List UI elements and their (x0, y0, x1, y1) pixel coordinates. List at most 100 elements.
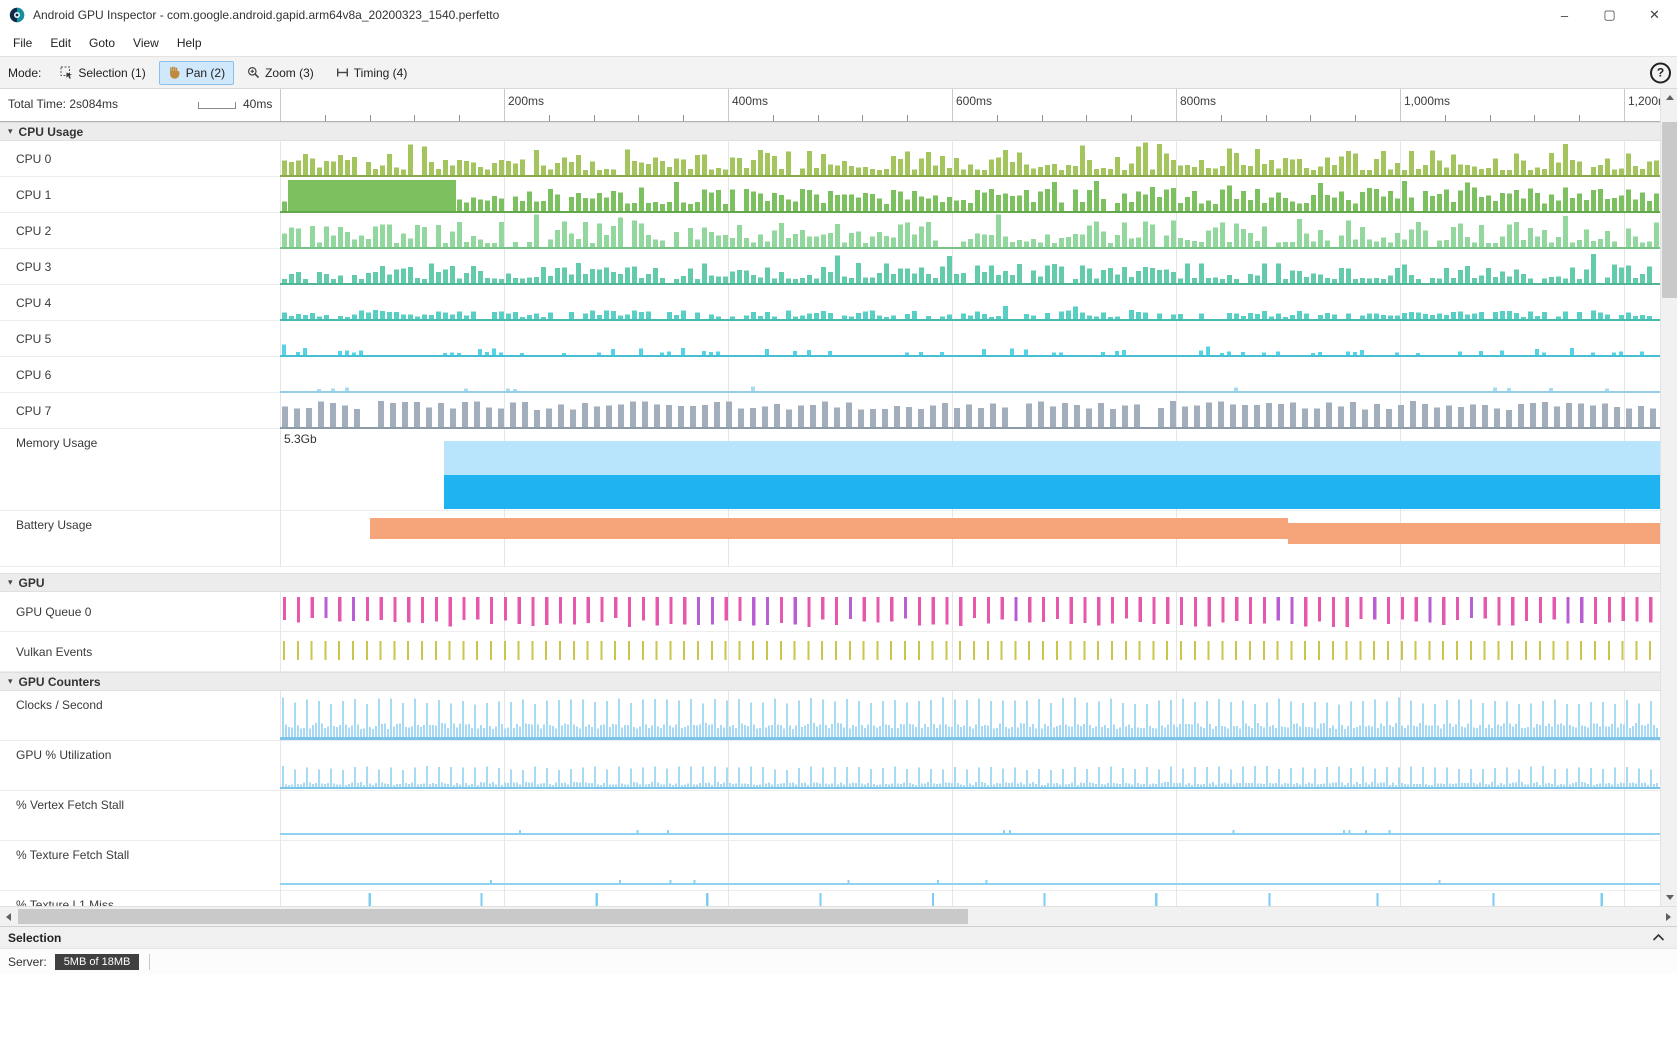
track-label: Vulkan Events (0, 632, 280, 671)
scroll-up-arrow-icon[interactable] (1661, 89, 1677, 106)
menu-help[interactable]: Help (168, 30, 211, 56)
collapse-arrow-icon[interactable]: ▾ (8, 676, 13, 687)
ruler-time-label: 1,200ms (1628, 94, 1660, 108)
ruler-gridline (728, 89, 729, 121)
collapse-arrow-icon[interactable]: ▾ (8, 577, 13, 588)
ruler-minor-tick (1221, 115, 1222, 121)
track-canvas-cpu-3[interactable] (280, 249, 1660, 284)
scroll-down-arrow-icon[interactable] (1661, 889, 1677, 906)
mode-button-zoom[interactable]: Zoom (3) (238, 61, 323, 85)
track-canvas-texture-fetch-stall[interactable] (280, 841, 1660, 890)
ruler-minor-tick (325, 115, 326, 121)
app-window: Android GPU Inspector - com.google.andro… (0, 0, 1677, 974)
track-label: CPU 5 (0, 321, 280, 356)
menu-goto[interactable]: Goto (80, 30, 124, 56)
selection-icon (60, 66, 73, 79)
track-row-cpu-6: CPU 6 (0, 357, 1660, 393)
section-label: GPU Counters (19, 675, 101, 689)
menu-edit[interactable]: Edit (41, 30, 80, 56)
track-canvas-vulkan-events[interactable] (280, 632, 1660, 671)
ruler-minor-tick (638, 115, 639, 121)
ruler-minor-tick (414, 115, 415, 121)
app-icon (9, 7, 25, 23)
server-label: Server: (8, 955, 47, 969)
menu-file[interactable]: File (4, 30, 41, 56)
minimize-button[interactable]: – (1542, 0, 1587, 30)
total-time-label: Total Time: 2s084ms (8, 97, 118, 111)
collapse-arrow-icon[interactable]: ▾ (8, 126, 13, 137)
mode-button-label: Timing (4) (354, 66, 408, 80)
ruler-gridline (952, 89, 953, 121)
track-row-vulkan-events: Vulkan Events (0, 632, 1660, 672)
track-row-cpu-3: CPU 3 (0, 249, 1660, 285)
help-button[interactable]: ? (1650, 62, 1671, 83)
collapse-up-icon[interactable] (1652, 933, 1665, 942)
toolbar: Mode: Selection (1)Pan (2)Zoom (3)Timing… (0, 56, 1677, 89)
ruler-minor-tick (459, 115, 460, 121)
maximize-button[interactable]: ▢ (1587, 0, 1632, 30)
track-row-cpu-2: CPU 2 (0, 213, 1660, 249)
track-row-cpu-1: CPU 1 (0, 177, 1660, 213)
ruler-minor-tick (773, 115, 774, 121)
track-row-cpu-0: CPU 0 (0, 141, 1660, 177)
track-canvas-clocks-second[interactable] (280, 691, 1660, 740)
track-canvas-cpu-1[interactable] (280, 177, 1660, 212)
section-label: CPU Usage (19, 125, 84, 139)
track-canvas-battery-usage[interactable] (280, 511, 1660, 566)
ruler-minor-tick (594, 115, 595, 121)
vertical-scroll-thumb[interactable] (1662, 122, 1677, 298)
ruler-minor-tick (1042, 115, 1043, 121)
ruler-scale[interactable]: 200ms400ms600ms800ms1,000ms1,200ms (280, 89, 1660, 121)
ruler-gridline (1400, 89, 1401, 121)
track-canvas-cpu-0[interactable] (280, 141, 1660, 176)
ruler-minor-tick (1355, 115, 1356, 121)
horizontal-scroll-thumb[interactable] (18, 909, 968, 924)
horizontal-scrollbar[interactable] (0, 906, 1677, 926)
track-label: CPU 0 (0, 141, 280, 176)
close-button[interactable]: ✕ (1632, 0, 1677, 30)
mode-button-selection[interactable]: Selection (1) (51, 61, 154, 85)
ruler-minor-tick (907, 115, 908, 121)
timeline: ▾ CPU Usage CPU 0CPU 1CPU 2CPU 3CPU 4CPU 5… (0, 122, 1660, 906)
mode-button-timing[interactable]: Timing (4) (327, 61, 417, 85)
ruler-time-label: 400ms (732, 94, 768, 108)
track-canvas-cpu-5[interactable] (280, 321, 1660, 356)
track-canvas-memory-usage[interactable]: 5.3Gb (280, 429, 1660, 510)
ruler-time-label: 800ms (1180, 94, 1216, 108)
track-canvas-gpu-queue-0[interactable] (280, 592, 1660, 631)
mode-button-pan[interactable]: Pan (2) (159, 61, 234, 85)
track-canvas-cpu-7[interactable] (280, 393, 1660, 428)
ruler-minor-tick (997, 115, 998, 121)
track-row-gpu-queue-0: GPU Queue 0 (0, 592, 1660, 632)
track-canvas-cpu-2[interactable] (280, 213, 1660, 248)
track-label: Battery Usage (0, 511, 280, 566)
mode-button-label: Pan (2) (186, 66, 225, 80)
scroll-right-arrow-icon[interactable] (1660, 907, 1677, 926)
section-header-cpu-usage[interactable]: ▾ CPU Usage (0, 122, 1660, 141)
track-canvas-texture-l1-miss[interactable] (280, 891, 1660, 906)
zoom-icon (247, 66, 260, 79)
vertical-scrollbar[interactable] (1660, 89, 1677, 906)
zoom-scale-widget[interactable] (198, 102, 236, 109)
menu-view[interactable]: View (124, 30, 168, 56)
track-canvas-vertex-fetch-stall[interactable] (280, 791, 1660, 840)
ruler-minor-tick (1534, 115, 1535, 121)
track-label: CPU 7 (0, 393, 280, 428)
track-row-texture-l1-miss: % Texture L1 Miss (0, 891, 1660, 906)
track-canvas-cpu-6[interactable] (280, 357, 1660, 392)
track-row-texture-fetch-stall: % Texture Fetch Stall (0, 841, 1660, 891)
scale-value-label: 40ms (243, 97, 272, 111)
scroll-left-arrow-icon[interactable] (0, 907, 17, 926)
selection-panel-title: Selection (8, 931, 61, 945)
track-canvas-cpu-4[interactable] (280, 285, 1660, 320)
section-header-gpu[interactable]: ▾ GPU (0, 573, 1660, 592)
selection-panel-header[interactable]: Selection (0, 926, 1677, 948)
track-label: GPU Queue 0 (0, 592, 280, 631)
track-label: CPU 4 (0, 285, 280, 320)
section-header-gpu-counters[interactable]: ▾ GPU Counters (0, 672, 1660, 691)
section-label: GPU (19, 576, 45, 590)
track-label: CPU 2 (0, 213, 280, 248)
track-row-battery-usage: Battery Usage (0, 511, 1660, 567)
ruler-minor-tick (1490, 115, 1491, 121)
track-canvas-gpu-utilization[interactable] (280, 741, 1660, 790)
